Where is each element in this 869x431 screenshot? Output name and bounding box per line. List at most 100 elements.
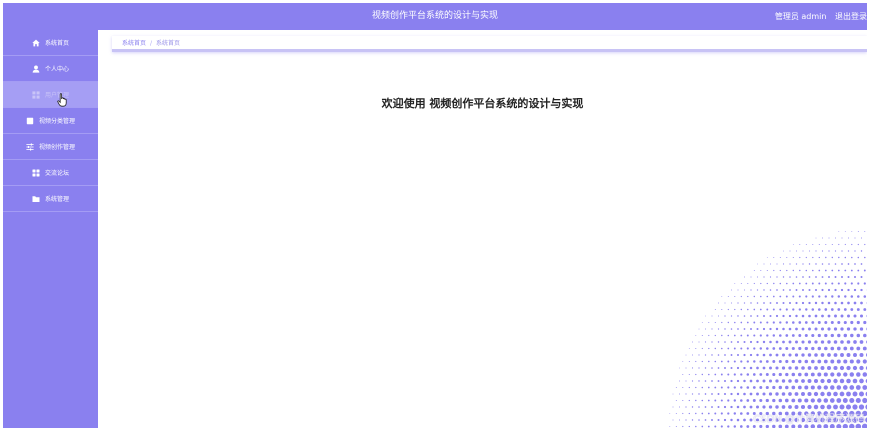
halftone-dot	[766, 347, 769, 350]
halftone-dot	[801, 392, 805, 396]
halftone-dot	[801, 379, 805, 383]
halftone-dot	[807, 404, 812, 410]
halftone-dot	[812, 256, 814, 259]
halftone-dot	[817, 321, 821, 324]
halftone-dot	[717, 380, 720, 382]
halftone-dot	[782, 289, 785, 291]
halftone-dot	[753, 360, 756, 363]
halftone-dot	[760, 282, 762, 285]
breadcrumb-home-link[interactable]: 系统首页	[122, 40, 146, 47]
halftone-dot	[810, 398, 815, 403]
halftone-dot	[707, 412, 710, 415]
halftone-dot	[733, 386, 736, 389]
halftone-dot	[847, 288, 850, 292]
halftone-dot	[743, 289, 746, 291]
halftone-dot	[714, 425, 717, 428]
halftone-dot	[737, 328, 739, 330]
halftone-dot	[794, 392, 799, 396]
halftone-dot	[837, 269, 840, 272]
halftone-dot	[792, 282, 795, 285]
halftone-dot	[808, 263, 811, 265]
welcome-heading: 欢迎使用 视频创作平台系统的设计与实现	[381, 97, 584, 110]
halftone-dot	[768, 405, 773, 409]
sidebar-item-home[interactable]: 系统首页	[3, 30, 98, 56]
halftone-dot	[737, 341, 739, 343]
halftone-dot	[818, 282, 821, 285]
halftone-dot	[860, 237, 863, 239]
halftone-dot	[859, 365, 864, 371]
halftone-dot	[856, 320, 860, 325]
halftone-dot	[866, 340, 867, 344]
halftone-dot	[756, 327, 759, 331]
sidebar-item-video-category[interactable]: 视频分类管理	[3, 108, 98, 134]
sidebar-item-label: 视频创作管理	[38, 144, 75, 151]
sidebar-item-profile[interactable]: 个人中心	[3, 56, 98, 82]
halftone-dot	[707, 425, 710, 428]
halftone-dot	[856, 372, 861, 377]
halftone-dot	[744, 276, 745, 278]
sidebar-item-forum[interactable]: 交流论坛	[3, 160, 98, 186]
halftone-dot	[717, 315, 720, 317]
halftone-dot	[736, 379, 740, 383]
halftone-dot	[772, 360, 776, 363]
halftone-dot	[746, 373, 750, 376]
logout-link[interactable]: 退出登录	[835, 12, 867, 21]
halftone-dot	[775, 314, 779, 318]
halftone-dot	[840, 340, 844, 344]
halftone-dot	[856, 308, 860, 311]
halftone-dot	[701, 360, 703, 363]
sidebar-item-label: 系统管理	[44, 196, 69, 203]
halftone-dot	[817, 372, 822, 377]
halftone-dot	[782, 340, 785, 344]
halftone-dot	[833, 365, 838, 371]
halftone-dot	[814, 340, 818, 344]
halftone-dot	[769, 289, 772, 291]
sidebar-item-video-creation[interactable]: 视频创作管理	[3, 134, 98, 160]
halftone-dot	[805, 256, 807, 259]
halftone-dot	[724, 328, 726, 330]
halftone-dot	[856, 333, 861, 338]
halftone-dot	[704, 354, 707, 356]
user-area: 管理员 admin 退出登录	[769, 3, 867, 30]
halftone-dot	[756, 289, 759, 291]
halftone-dot	[743, 366, 746, 370]
halftone-dot	[760, 295, 762, 298]
halftone-dot	[859, 314, 864, 318]
halftone-dot	[769, 366, 772, 370]
sidebar-item-system[interactable]: 系统管理	[3, 186, 98, 212]
halftone-dot	[785, 321, 789, 324]
halftone-dot	[817, 385, 822, 390]
halftone-dot	[750, 302, 752, 304]
sidebar-item-users[interactable]: 用户管理	[3, 82, 98, 108]
halftone-dot	[685, 393, 687, 395]
halftone-dot	[843, 333, 848, 338]
halftone-dot	[747, 282, 749, 285]
halftone-dot	[685, 380, 687, 382]
halftone-dot	[837, 295, 841, 298]
halftone-dot	[762, 327, 766, 331]
halftone-dot	[844, 269, 847, 272]
halftone-dot	[823, 398, 829, 403]
halftone-dot	[765, 385, 769, 390]
halftone-dot	[746, 321, 749, 324]
halftone-dot	[750, 328, 752, 330]
halftone-dot	[708, 322, 710, 323]
halftone-dot	[821, 250, 824, 252]
halftone-dot	[794, 379, 799, 383]
halftone-dot	[865, 366, 867, 370]
halftone-dot	[740, 360, 743, 363]
halftone-dot	[765, 424, 769, 428]
halftone-dot	[801, 366, 805, 370]
halftone-dot	[859, 353, 864, 357]
halftone-dot	[841, 276, 843, 278]
halftone-dot	[766, 282, 768, 285]
halftone-dot	[823, 359, 828, 364]
halftone-dot	[801, 314, 805, 318]
halftone-dot	[850, 282, 853, 285]
halftone-dot	[721, 347, 723, 350]
halftone-decoration	[669, 231, 867, 428]
halftone-dot	[678, 406, 681, 408]
halftone-dot	[759, 347, 763, 350]
halftone-dot	[720, 399, 723, 402]
halftone-dot	[756, 340, 759, 344]
